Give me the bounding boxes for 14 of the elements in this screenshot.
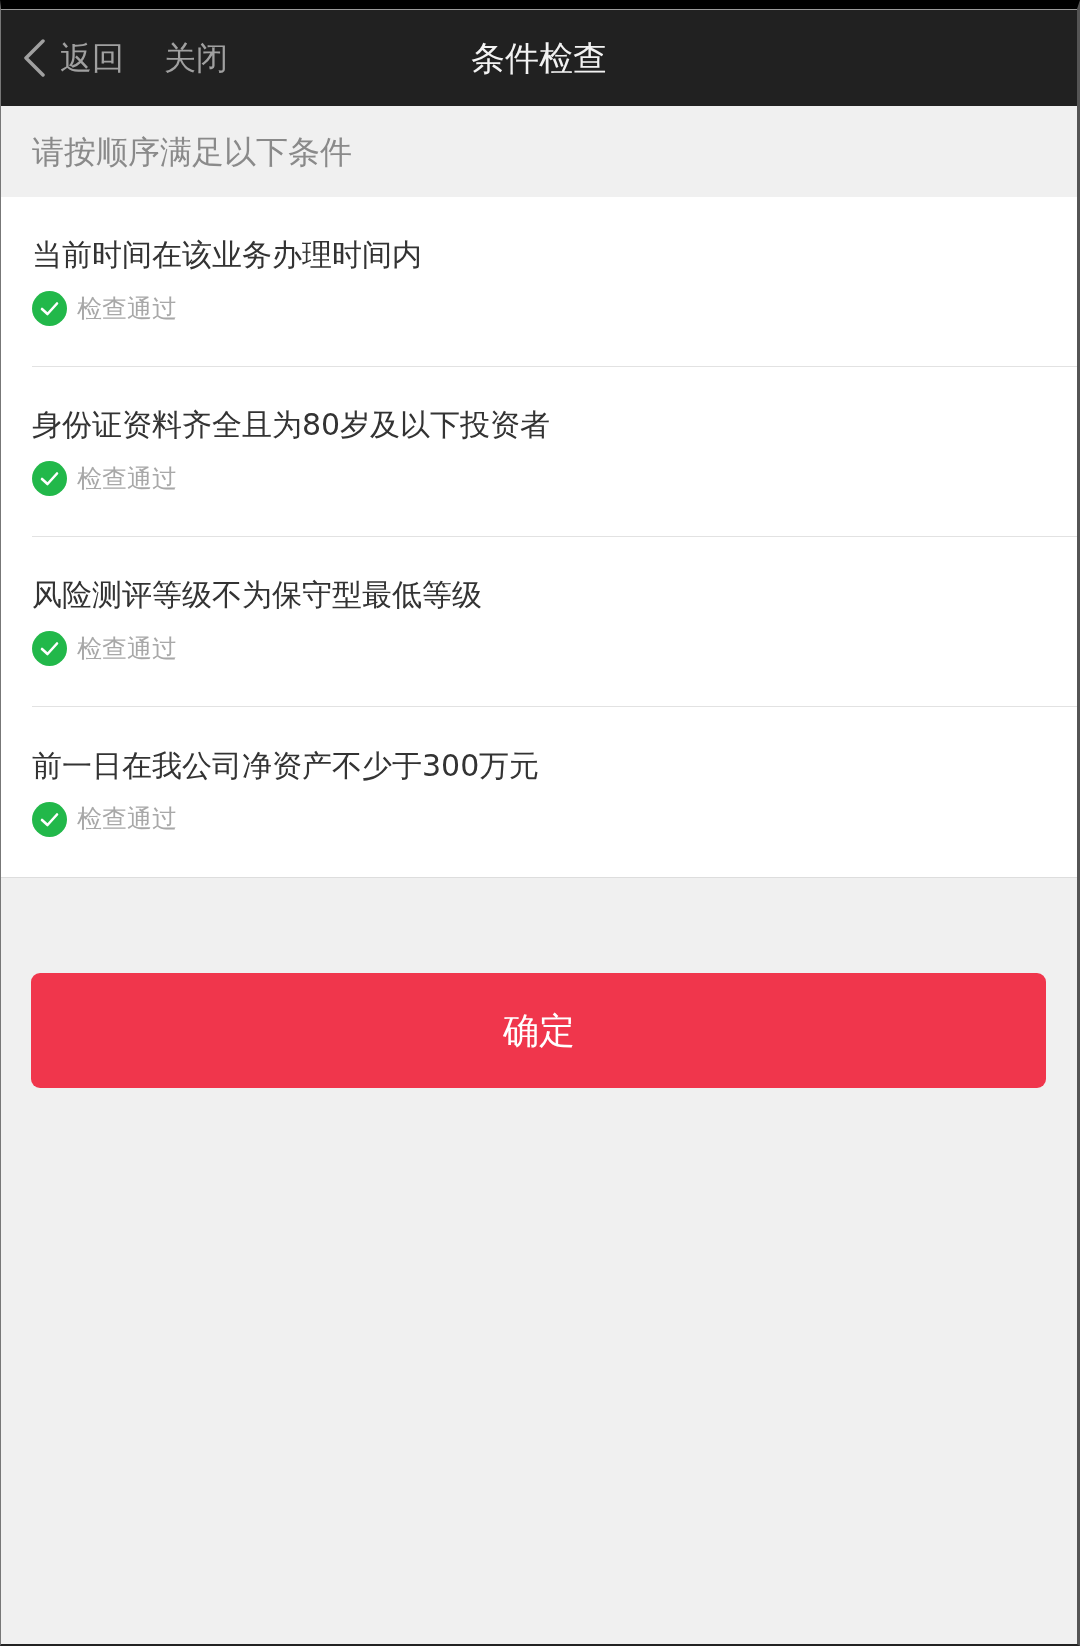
status-text: 检查通过 xyxy=(77,632,177,665)
instruction-text: 请按顺序满足以下条件 xyxy=(32,131,352,172)
status-text: 检查通过 xyxy=(77,803,177,835)
close-button[interactable]: 关闭 xyxy=(164,38,228,78)
back-button[interactable]: 返回 xyxy=(22,38,124,78)
status-text: 检查通过 xyxy=(77,462,177,495)
page-title: 条件检查 xyxy=(471,37,607,79)
condition-text: 前一日在我公司净资产不少于300万元 xyxy=(32,747,540,784)
confirm-button[interactable]: 确定 xyxy=(31,973,1046,1088)
condition-text: 当前时间在该业务办理时间内 xyxy=(32,237,422,273)
chevron-left-icon xyxy=(22,39,46,77)
condition-text: 身份证资料齐全且为80岁及以下投资者 xyxy=(32,407,551,443)
condition-text: 风险测评等级不为保守型最低等级 xyxy=(32,577,482,613)
status-text: 检查通过 xyxy=(77,292,177,325)
